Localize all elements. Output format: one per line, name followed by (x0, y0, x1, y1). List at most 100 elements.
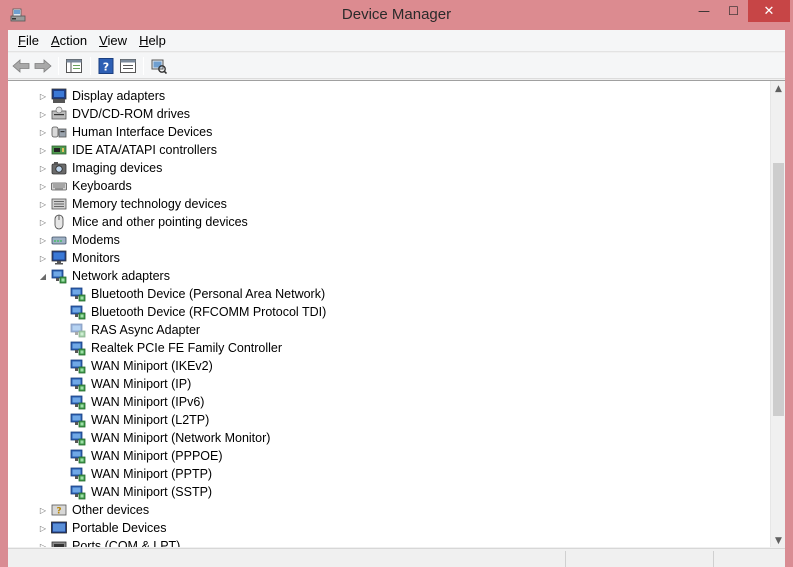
hid-icon (51, 126, 67, 138)
window-frame: File Action View Help ? ▷ Display adapter… (8, 30, 785, 567)
expand-arrow-icon[interactable]: ▷ (38, 217, 48, 227)
network-adapter-icon (70, 377, 86, 392)
menu-bar: File Action View Help (8, 30, 785, 52)
svg-text:?: ? (56, 507, 61, 517)
forward-button[interactable] (34, 57, 52, 75)
tree-item-label: WAN Miniport (L2TP) (91, 413, 210, 427)
tree-category[interactable]: ▷ Human Interface Devices (8, 123, 748, 141)
network-adapter-icon (70, 395, 86, 410)
scroll-down-arrow-icon[interactable]: ▼ (771, 533, 785, 547)
tree-device[interactable]: WAN Miniport (PPTP) (8, 465, 748, 483)
tree-category[interactable]: ▷ Memory technology devices (8, 195, 748, 213)
menu-file[interactable]: File (12, 31, 45, 50)
show-hide-console-tree-button[interactable] (65, 57, 83, 75)
mouse-icon (54, 214, 64, 230)
tree-item-label: Realtek PCIe FE Family Controller (91, 341, 283, 355)
tree-item-label: IDE ATA/ATAPI controllers (72, 143, 217, 157)
tree-category[interactable]: ▷ Mice and other pointing devices (8, 213, 748, 231)
tree-item-label: WAN Miniport (SSTP) (91, 485, 213, 499)
device-tree-pane: ▷ Display adapters ▷ DVD/CD-ROM drives ▷ Huma… (8, 80, 785, 547)
scrollbar-thumb[interactable] (773, 163, 784, 416)
tree-item-label: Mice and other pointing devices (72, 215, 248, 229)
tree-device[interactable]: WAN Miniport (PPPOE) (8, 447, 748, 465)
expand-arrow-icon[interactable]: ▷ (38, 127, 48, 137)
show-hide-console-tree-icon (66, 59, 82, 73)
tree-category[interactable]: ▷ IDE ATA/ATAPI controllers (8, 141, 748, 159)
tree-device[interactable]: WAN Miniport (SSTP) (8, 483, 748, 501)
expand-arrow-icon[interactable]: ▷ (38, 505, 48, 515)
title-bar[interactable]: Device Manager — ☐ ✕ (0, 0, 793, 30)
tree-device[interactable]: Bluetooth Device (RFCOMM Protocol TDI) (8, 303, 748, 321)
tree-item-label: Keyboards (72, 179, 132, 193)
toolbar: ? (8, 53, 785, 79)
expand-arrow-icon[interactable]: ▷ (38, 163, 48, 173)
tree-item-label: Bluetooth Device (Personal Area Network) (91, 287, 326, 301)
tree-device[interactable]: Realtek PCIe FE Family Controller (8, 339, 748, 357)
window-title: Device Manager (341, 6, 452, 23)
tree-category[interactable]: ▷ Imaging devices (8, 159, 748, 177)
forward-icon (34, 59, 52, 73)
minimize-button[interactable]: — (690, 0, 718, 22)
tree-category[interactable]: ▷ Monitors (8, 249, 748, 267)
display-adapter-icon (51, 88, 67, 103)
tree-category[interactable]: ▷ Keyboards (8, 177, 748, 195)
collapse-arrow-icon[interactable]: ◢ (38, 271, 48, 281)
network-adapter-icon (70, 305, 86, 320)
tree-item-label: Memory technology devices (72, 197, 227, 211)
scroll-up-arrow-icon[interactable]: ▲ (771, 81, 785, 96)
properties-button[interactable] (119, 57, 137, 75)
ide-controller-icon (51, 145, 67, 155)
tree-device[interactable]: RAS Async Adapter (8, 321, 748, 339)
status-bar-divider (565, 551, 566, 567)
expand-arrow-icon[interactable]: ▷ (38, 91, 48, 101)
menu-help[interactable]: Help (133, 31, 172, 50)
expand-arrow-icon[interactable]: ▷ (38, 109, 48, 119)
menu-action[interactable]: Action (45, 31, 93, 50)
network-adapter-icon (70, 323, 86, 338)
tree-item-label: WAN Miniport (Network Monitor) (91, 431, 271, 445)
tree-device[interactable]: WAN Miniport (L2TP) (8, 411, 748, 429)
close-icon: ✕ (763, 3, 775, 19)
port-icon (51, 541, 67, 547)
device-tree[interactable]: ▷ Display adapters ▷ DVD/CD-ROM drives ▷ Huma… (8, 81, 770, 547)
close-button[interactable]: ✕ (748, 0, 790, 22)
tree-device[interactable]: WAN Miniport (IPv6) (8, 393, 748, 411)
tree-category[interactable]: ◢ Network adapters (8, 267, 748, 285)
tree-item-label: Ports (COM & LPT) (72, 539, 181, 547)
menu-view[interactable]: View (93, 31, 133, 50)
tree-category[interactable]: ▷ Portable Devices (8, 519, 748, 537)
expand-arrow-icon[interactable]: ▷ (38, 253, 48, 263)
tree-item-label: Bluetooth Device (RFCOMM Protocol TDI) (91, 305, 327, 319)
tree-category[interactable]: ▷ Ports (COM & LPT) (8, 537, 748, 547)
tree-category[interactable]: ▷ Modems (8, 231, 748, 249)
tree-device[interactable]: WAN Miniport (IP) (8, 375, 748, 393)
tree-category[interactable]: ▷ Display adapters (8, 87, 748, 105)
tree-item-label: Other devices (72, 503, 150, 517)
minimize-icon: — (698, 4, 710, 18)
status-bar-divider (713, 551, 714, 567)
tree-device[interactable]: Bluetooth Device (Personal Area Network) (8, 285, 748, 303)
expand-arrow-icon[interactable]: ▷ (38, 523, 48, 533)
scan-hardware-button[interactable] (150, 57, 168, 75)
tree-device[interactable]: WAN Miniport (IKEv2) (8, 357, 748, 375)
modem-icon (51, 236, 67, 245)
tree-item-label: RAS Async Adapter (91, 323, 201, 337)
expand-arrow-icon[interactable]: ▷ (38, 199, 48, 209)
tree-category[interactable]: ▷ DVD/CD-ROM drives (8, 105, 748, 123)
tree-device[interactable]: WAN Miniport (Network Monitor) (8, 429, 748, 447)
svg-text:?: ? (103, 61, 109, 74)
help-icon: ? (98, 58, 114, 74)
expand-arrow-icon[interactable]: ▷ (38, 235, 48, 245)
tree-item-label: WAN Miniport (PPPOE) (91, 449, 223, 463)
maximize-button[interactable]: ☐ (720, 0, 747, 22)
expand-arrow-icon[interactable]: ▷ (38, 181, 48, 191)
keyboard-icon (51, 182, 67, 191)
expand-arrow-icon[interactable]: ▷ (38, 541, 48, 548)
expand-arrow-icon[interactable]: ▷ (38, 145, 48, 155)
toolbar-separator (143, 57, 144, 75)
back-button[interactable] (12, 57, 30, 75)
help-button[interactable]: ? (97, 57, 115, 75)
vertical-scrollbar[interactable]: ▲ ▼ (770, 81, 785, 547)
toolbar-separator (90, 57, 91, 75)
tree-category[interactable]: ▷? Other devices (8, 501, 748, 519)
